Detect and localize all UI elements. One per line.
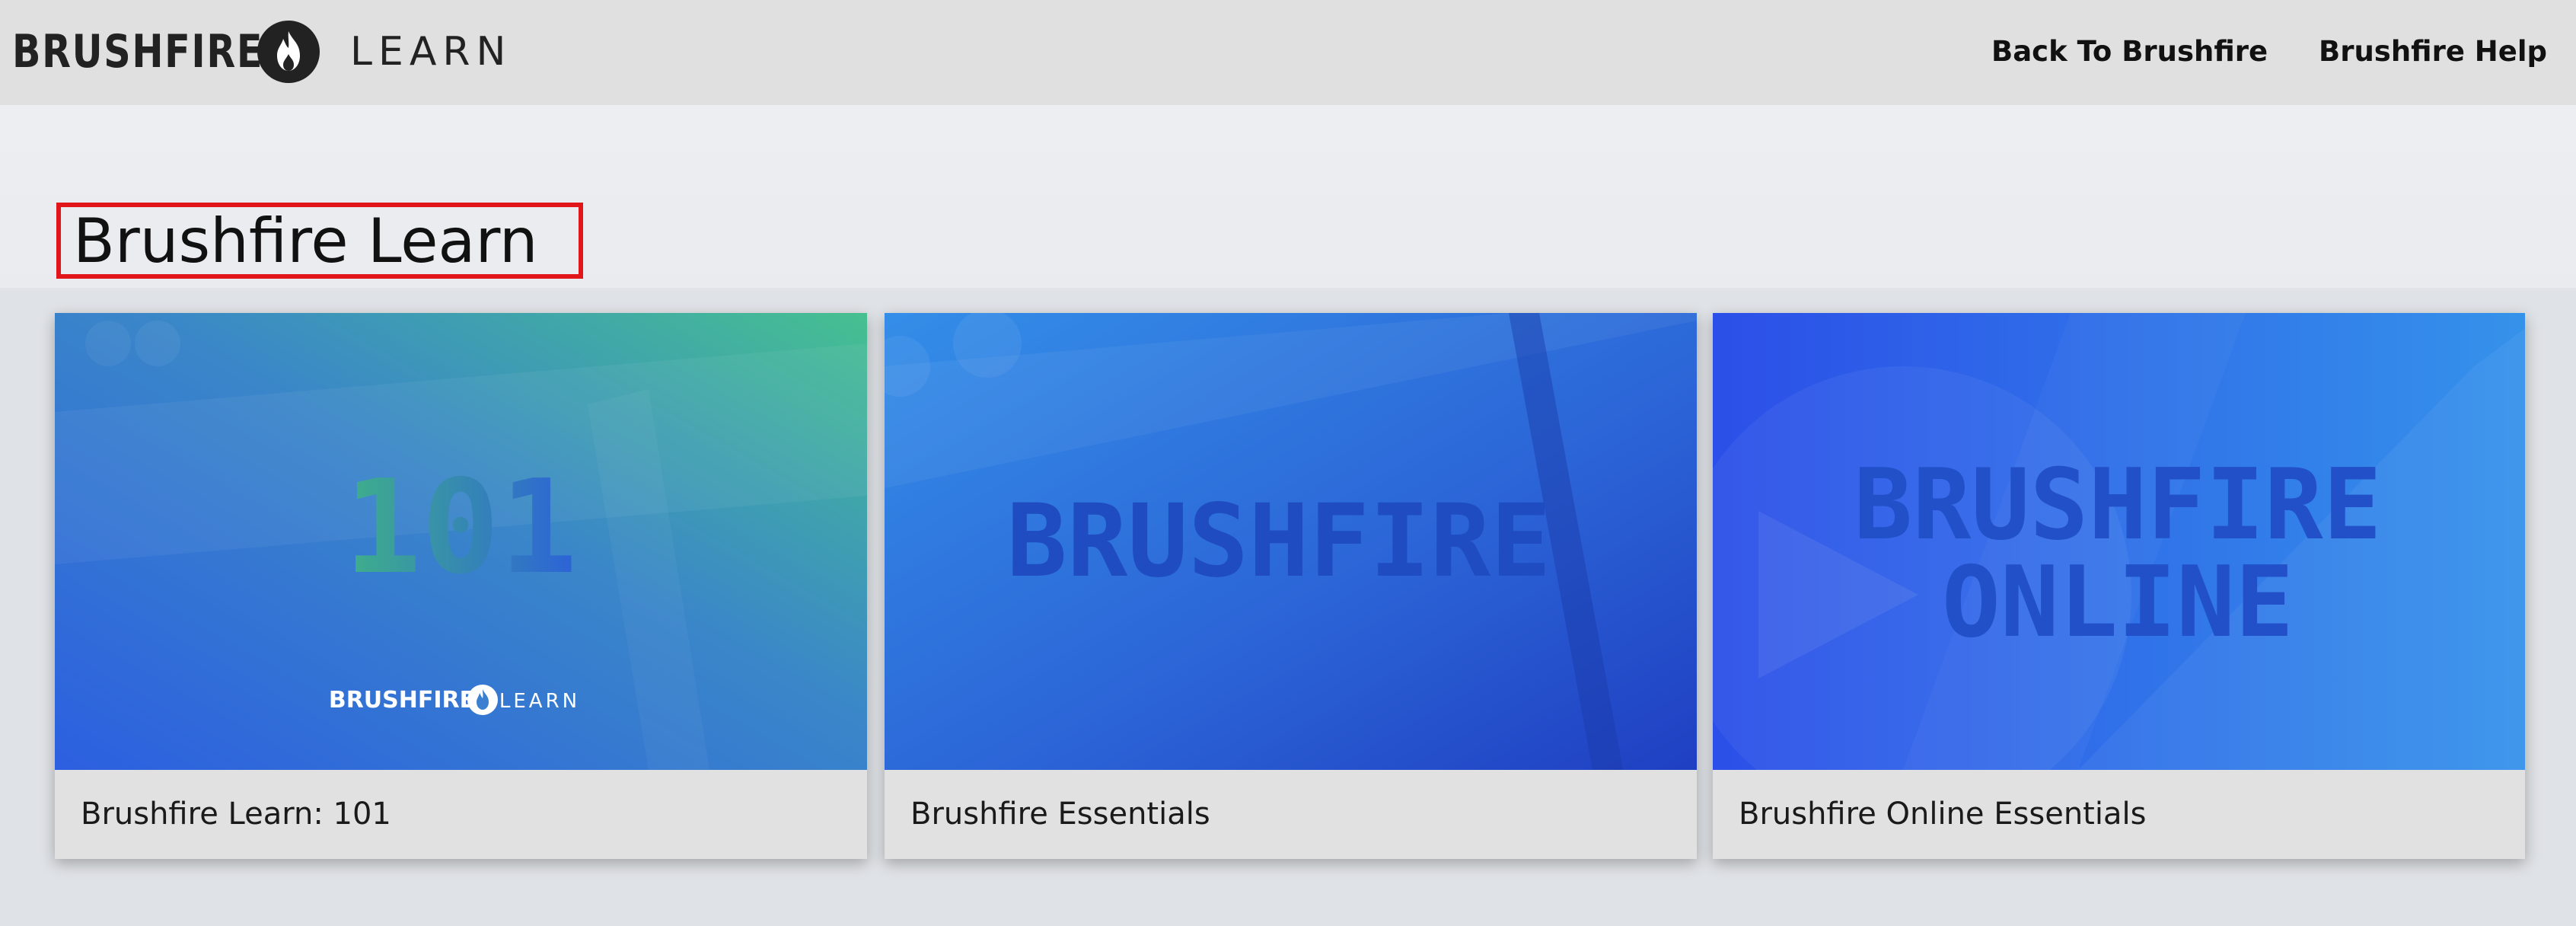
thumb-title-line1: BRUSHFIRE bbox=[1854, 449, 2382, 562]
top-header: BRUSHFIRE LEARN Back To Brushfire Brushf… bbox=[0, 0, 2576, 105]
brand-logo-link[interactable]: BRUSHFIRE LEARN bbox=[12, 20, 512, 84]
course-title[interactable]: Brushfire Learn: 101 bbox=[81, 770, 391, 859]
course-card-online-essentials[interactable]: BRUSHFIRE ONLINE Brushfire Online Essent… bbox=[1713, 313, 2525, 859]
thumb-product: LEARN bbox=[499, 690, 580, 713]
course-thumbnail[interactable]: 101 BRUSHFIRE LEARN bbox=[55, 313, 867, 770]
brand-product: LEARN bbox=[350, 29, 512, 75]
flame-icon bbox=[257, 21, 320, 83]
nav-back-to-brushfire[interactable]: Back To Brushfire bbox=[1991, 29, 2268, 75]
thumb-title: 101 bbox=[343, 452, 577, 603]
course-title[interactable]: Brushfire Essentials bbox=[910, 770, 1210, 859]
course-title[interactable]: Brushfire Online Essentials bbox=[1739, 770, 2146, 859]
course-thumbnail[interactable]: BRUSHFIRE bbox=[885, 313, 1697, 770]
nav-brushfire-help[interactable]: Brushfire Help bbox=[2319, 29, 2547, 75]
course-card-essentials[interactable]: BRUSHFIRE Brushfire Essentials bbox=[885, 313, 1697, 859]
course-card-learn-101[interactable]: 101 BRUSHFIRE LEARN Brushfire Learn: 101 bbox=[55, 313, 867, 859]
brand-name: BRUSHFIRE bbox=[12, 25, 264, 78]
page-title: Brushfire Learn bbox=[73, 206, 538, 276]
thumb-brand: BRUSHFIRE bbox=[329, 687, 475, 714]
thumb-title: BRUSHFIRE bbox=[1006, 483, 1551, 600]
thumb-title-line2: ONLINE bbox=[1942, 546, 2294, 659]
course-thumbnail[interactable]: BRUSHFIRE ONLINE bbox=[1713, 313, 2525, 770]
